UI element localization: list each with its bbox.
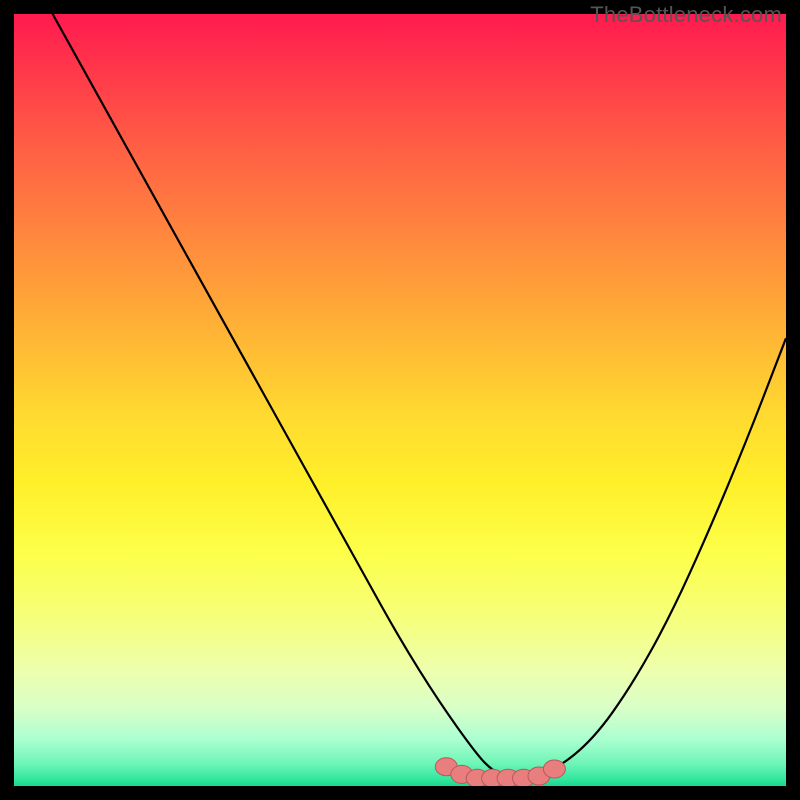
plot-gradient-area [14,14,786,786]
marker-group [435,758,565,786]
watermark-text: TheBottleneck.com [590,2,782,28]
highlight-markers [14,14,786,786]
highlight-marker [543,760,565,778]
chart-container: TheBottleneck.com [0,0,800,800]
